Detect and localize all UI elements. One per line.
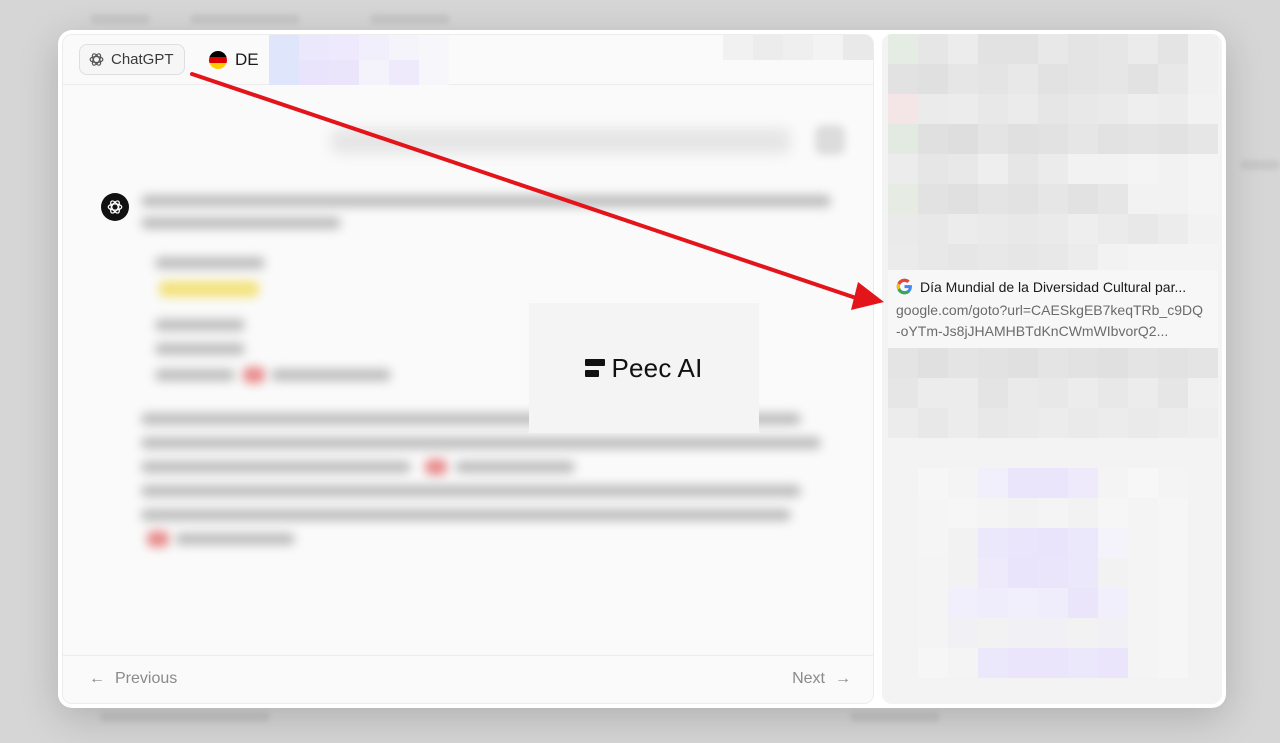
redacted-header-area-lower [269,60,449,110]
peec-ai-watermark: Peec AI [529,303,759,433]
backdrop-row-blur [850,712,940,722]
germany-flag-icon [209,50,227,69]
backdrop-filter-blur [90,14,150,24]
response-header: ChatGPT DE [63,35,873,85]
redacted-sources-middle [888,348,1218,438]
user-prompt-bubble-redacted [331,128,791,154]
peec-logo-text: Peec AI [611,352,703,383]
backdrop-row-blur [100,712,270,722]
previous-button[interactable]: ← Previous [89,670,177,688]
backdrop-filter-blur [190,14,300,24]
copy-button-redacted[interactable] [815,125,845,155]
openai-icon [107,200,123,214]
response-detail-modal: ChatGPT DE Peec AI ← Previous Next → Día… [58,30,1226,708]
next-label: Next [792,670,825,687]
peec-logo-icon [585,359,606,377]
country-chip-label: DE [235,49,259,69]
pagination-footer: ← Previous Next → [63,655,873,703]
previous-label: Previous [115,670,178,687]
redacted-sources-bottom [918,468,1188,678]
arrow-left-icon: ← [89,670,105,687]
source-card[interactable]: Día Mundial de la Diversidad Cultural pa… [888,270,1218,348]
openai-icon [89,53,104,66]
chat-response-pane: ChatGPT DE Peec AI ← Previous Next → [62,34,874,704]
model-chip[interactable]: ChatGPT [79,44,185,75]
backdrop-filter-blur [370,14,450,24]
next-button[interactable]: Next → [792,670,851,688]
assistant-avatar [101,193,129,221]
sources-pane: Día Mundial de la Diversidad Cultural pa… [882,34,1222,704]
source-title: Día Mundial de la Diversidad Cultural pa… [920,278,1187,295]
backdrop-side-blur [1240,160,1280,170]
model-chip-label: ChatGPT [111,51,174,68]
source-url: google.com/goto?url=CAESkgEB7keqTRb_c9DQ… [896,302,1204,339]
country-chip[interactable]: DE [203,44,265,75]
google-icon [896,278,912,295]
redacted-header-area-right [723,35,873,85]
arrow-right-icon: → [835,670,851,687]
redacted-sources-top [888,34,1218,274]
